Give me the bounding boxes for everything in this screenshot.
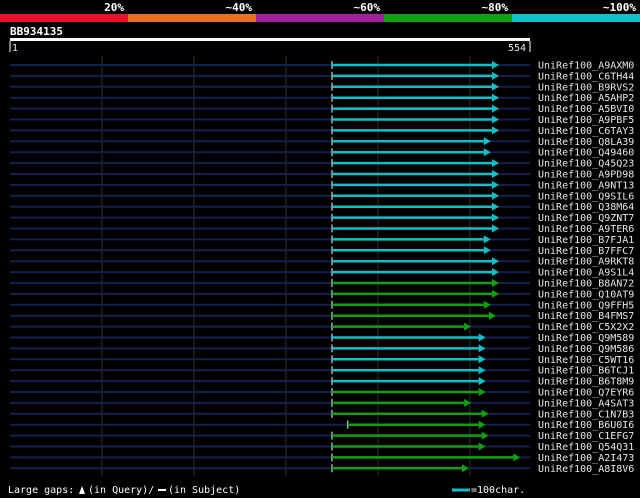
- hit-label[interactable]: UniRef100_B7FFC7: [538, 246, 634, 257]
- legend-swatch: [256, 14, 385, 22]
- gaps-subject-text: (in Subject): [168, 485, 240, 496]
- hit-label[interactable]: UniRef100_Q38M64: [538, 202, 634, 213]
- legend-swatch: [512, 14, 640, 22]
- ruler-start-label: 1: [12, 43, 18, 54]
- hit-label[interactable]: UniRef100_B6U0I6: [538, 420, 634, 431]
- hit-label[interactable]: UniRef100_Q9FFH5: [538, 300, 634, 311]
- hit-label[interactable]: UniRef100_B9RVS2: [538, 82, 634, 93]
- hit-label[interactable]: UniRef100_A2I473: [538, 453, 634, 464]
- gaps-label: Large gaps:: [8, 485, 74, 496]
- query-ruler: [10, 38, 530, 41]
- hit-label[interactable]: UniRef100_Q9ZNT7: [538, 213, 634, 224]
- hit-label[interactable]: UniRef100_A5AHP2: [538, 93, 634, 104]
- hit-label[interactable]: UniRef100_B6T8M9: [538, 377, 634, 388]
- hit-label[interactable]: UniRef100_A9RKT8: [538, 257, 634, 268]
- legend-label: ~40%: [226, 1, 253, 14]
- hit-label[interactable]: UniRef100_B7FJA1: [538, 235, 634, 246]
- hit-label[interactable]: UniRef100_Q9SIL6: [538, 191, 634, 202]
- gaps-query-text: (in Query)/: [88, 485, 154, 496]
- hit-label[interactable]: UniRef100_B6TCJ1: [538, 366, 634, 377]
- hit-label[interactable]: UniRef100_A8I8V6: [538, 464, 634, 475]
- hit-label[interactable]: UniRef100_A9AXM0: [538, 61, 634, 72]
- hit-label[interactable]: UniRef100_A9PBF5: [538, 115, 634, 126]
- hit-label[interactable]: UniRef100_A9S1L4: [538, 268, 634, 279]
- hit-label[interactable]: UniRef100_A5BVI0: [538, 104, 634, 115]
- hit-label[interactable]: UniRef100_A9NT13: [538, 180, 634, 191]
- legend-swatch: [384, 14, 513, 22]
- legend-label: 20%: [104, 1, 124, 14]
- hit-label[interactable]: UniRef100_C6TAY3: [538, 126, 634, 137]
- hit-label[interactable]: UniRef100_A9PD98: [538, 170, 634, 181]
- hit-label[interactable]: UniRef100_Q45Q23: [538, 159, 634, 170]
- legend-swatch: [128, 14, 257, 22]
- hit-label[interactable]: UniRef100_A4SAT3: [538, 398, 634, 409]
- legend-label: ~100%: [603, 1, 636, 14]
- hit-label[interactable]: UniRef100_Q8LA39: [538, 137, 634, 148]
- hit-label[interactable]: UniRef100_B8AN72: [538, 279, 634, 290]
- hit-label[interactable]: UniRef100_A9TER6: [538, 224, 634, 235]
- ruler-end-label: 554: [508, 43, 526, 54]
- hit-label[interactable]: UniRef100_Q9M589: [538, 333, 634, 344]
- hit-label[interactable]: UniRef100_C5WT16: [538, 355, 634, 366]
- legend-label: ~80%: [482, 1, 509, 14]
- hit-label[interactable]: UniRef100_C5X2X2: [538, 322, 634, 333]
- hit-label[interactable]: UniRef100_Q49460: [538, 148, 634, 159]
- legend-swatch: [0, 14, 129, 22]
- hit-label[interactable]: UniRef100_Q9M586: [538, 344, 634, 355]
- hit-label[interactable]: UniRef100_C1EFG7: [538, 431, 634, 442]
- hit-label[interactable]: UniRef100_Q54Q31: [538, 442, 634, 453]
- hit-label[interactable]: UniRef100_Q10AT9: [538, 289, 634, 300]
- alignment-chart: 20% ~40% ~60% ~80% ~100% BB934135 1 554 UniR…: [0, 0, 640, 498]
- query-id: BB934135: [10, 25, 63, 38]
- legend-label: ~60%: [354, 1, 381, 14]
- scale-label: =100char.: [471, 485, 525, 496]
- hit-label[interactable]: UniRef100_Q7EYR6: [538, 388, 634, 399]
- hit-label[interactable]: UniRef100_C1N7B3: [538, 409, 634, 420]
- hit-label[interactable]: UniRef100_C6TH44: [538, 71, 634, 82]
- hit-label[interactable]: UniRef100_B4FMS7: [538, 311, 634, 322]
